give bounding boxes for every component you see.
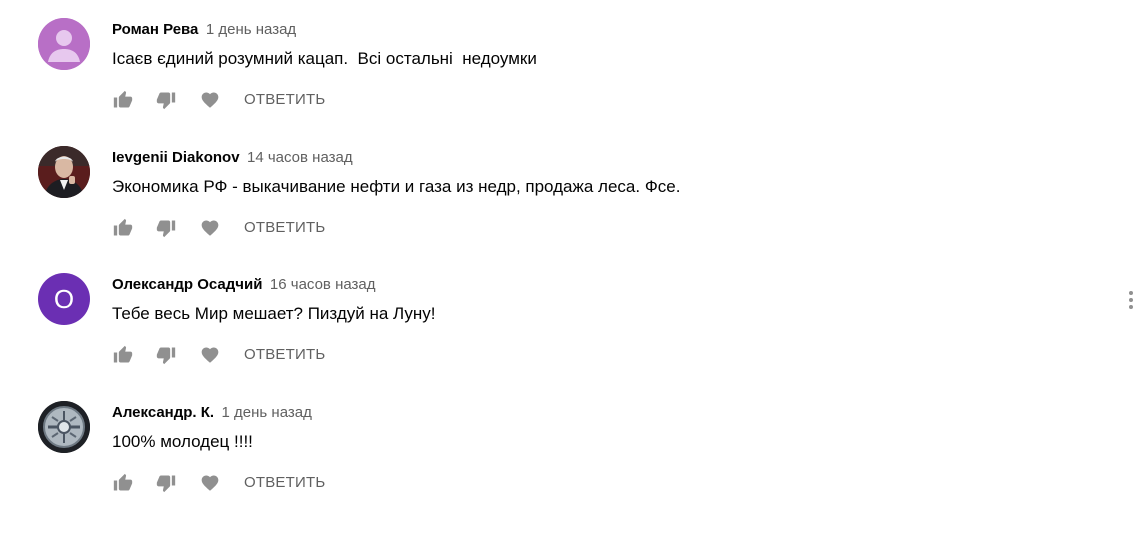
author-name[interactable]: Роман Рева bbox=[112, 21, 198, 38]
heart-button[interactable] bbox=[198, 343, 222, 367]
comment-item: Александр. К. 1 день назад 100% молодец … bbox=[0, 383, 1145, 511]
heart-icon bbox=[201, 347, 219, 363]
dislike-button[interactable] bbox=[154, 216, 178, 240]
heart-button[interactable] bbox=[198, 88, 222, 112]
user-emblem-icon bbox=[38, 401, 90, 453]
user-photo-icon bbox=[38, 146, 90, 198]
avatar[interactable]: О bbox=[38, 273, 90, 325]
thumbs-down-icon bbox=[156, 220, 176, 238]
comment-text: Ісаєв єдиний розумний кацап. Всі остальн… bbox=[112, 49, 537, 68]
heart-button[interactable] bbox=[198, 471, 222, 495]
author-name[interactable]: Александр. К. bbox=[112, 404, 214, 421]
comment-text: Экономика РФ - выкачивание нефти и газа … bbox=[112, 177, 681, 196]
dislike-button[interactable] bbox=[154, 471, 178, 495]
like-button[interactable] bbox=[111, 343, 135, 367]
dislike-button[interactable] bbox=[154, 88, 178, 112]
heart-icon bbox=[201, 220, 219, 236]
comment-time[interactable]: 1 день назад bbox=[206, 21, 296, 38]
reply-button[interactable]: ОТВЕТИТЬ bbox=[244, 88, 325, 112]
thumbs-up-icon bbox=[113, 218, 133, 236]
comment-item: Роман Рева 1 день назад Ісаєв єдиний роз… bbox=[0, 0, 1145, 128]
thumbs-up-icon bbox=[113, 90, 133, 108]
like-button[interactable] bbox=[111, 88, 135, 112]
menu-dot bbox=[1129, 298, 1133, 302]
dislike-button[interactable] bbox=[154, 343, 178, 367]
reply-button[interactable]: ОТВЕТИТЬ bbox=[244, 471, 325, 495]
author-name[interactable]: Ievgenii Diakonov bbox=[112, 149, 240, 166]
thumbs-up-icon bbox=[113, 345, 133, 363]
thumbs-up-icon bbox=[113, 473, 133, 491]
heart-icon bbox=[201, 475, 219, 491]
avatar[interactable] bbox=[38, 401, 90, 453]
comment-actions: ОТВЕТИТЬ bbox=[111, 471, 325, 495]
comment-item: О Олександр Осадчий 16 часов назад Тебе … bbox=[0, 255, 1145, 383]
thumbs-down-icon bbox=[156, 347, 176, 365]
like-button[interactable] bbox=[111, 216, 135, 240]
comment-item: Ievgenii Diakonov 14 часов назад Экономи… bbox=[0, 128, 1145, 256]
menu-dot bbox=[1129, 291, 1133, 295]
heart-button[interactable] bbox=[198, 216, 222, 240]
comment-time[interactable]: 16 часов назад bbox=[270, 276, 376, 293]
reply-button[interactable]: ОТВЕТИТЬ bbox=[244, 216, 325, 240]
comment-time[interactable]: 14 часов назад bbox=[247, 149, 353, 166]
like-button[interactable] bbox=[111, 471, 135, 495]
heart-icon bbox=[201, 92, 219, 108]
author-name[interactable]: Олександр Осадчий bbox=[112, 276, 262, 293]
thumbs-down-icon bbox=[156, 475, 176, 493]
comment-time[interactable]: 1 день назад bbox=[222, 404, 312, 421]
comment-header: Ievgenii Diakonov 14 часов назад bbox=[112, 148, 353, 168]
comment-header: Роман Рева 1 день назад bbox=[112, 20, 296, 40]
comments-section: Роман Рева 1 день назад Ісаєв єдиний роз… bbox=[0, 0, 1145, 533]
avatar[interactable] bbox=[38, 146, 90, 198]
reply-button[interactable]: ОТВЕТИТЬ bbox=[244, 343, 325, 367]
avatar-letter: О bbox=[53, 283, 75, 314]
more-vert-icon[interactable] bbox=[1122, 288, 1140, 312]
comment-header: Александр. К. 1 день назад bbox=[112, 403, 312, 423]
avatar[interactable] bbox=[38, 18, 90, 70]
comment-text: Тебе весь Мир мешает? Пиздуй на Луну! bbox=[112, 304, 436, 323]
default-user-icon bbox=[38, 18, 90, 70]
menu-dot bbox=[1129, 305, 1133, 309]
comment-actions: ОТВЕТИТЬ bbox=[111, 216, 325, 240]
thumbs-down-icon bbox=[156, 92, 176, 110]
comment-header: Олександр Осадчий 16 часов назад bbox=[112, 275, 376, 295]
comment-text: 100% молодец !!!! bbox=[112, 432, 253, 451]
comment-actions: ОТВЕТИТЬ bbox=[111, 343, 325, 367]
comment-actions: ОТВЕТИТЬ bbox=[111, 88, 325, 112]
